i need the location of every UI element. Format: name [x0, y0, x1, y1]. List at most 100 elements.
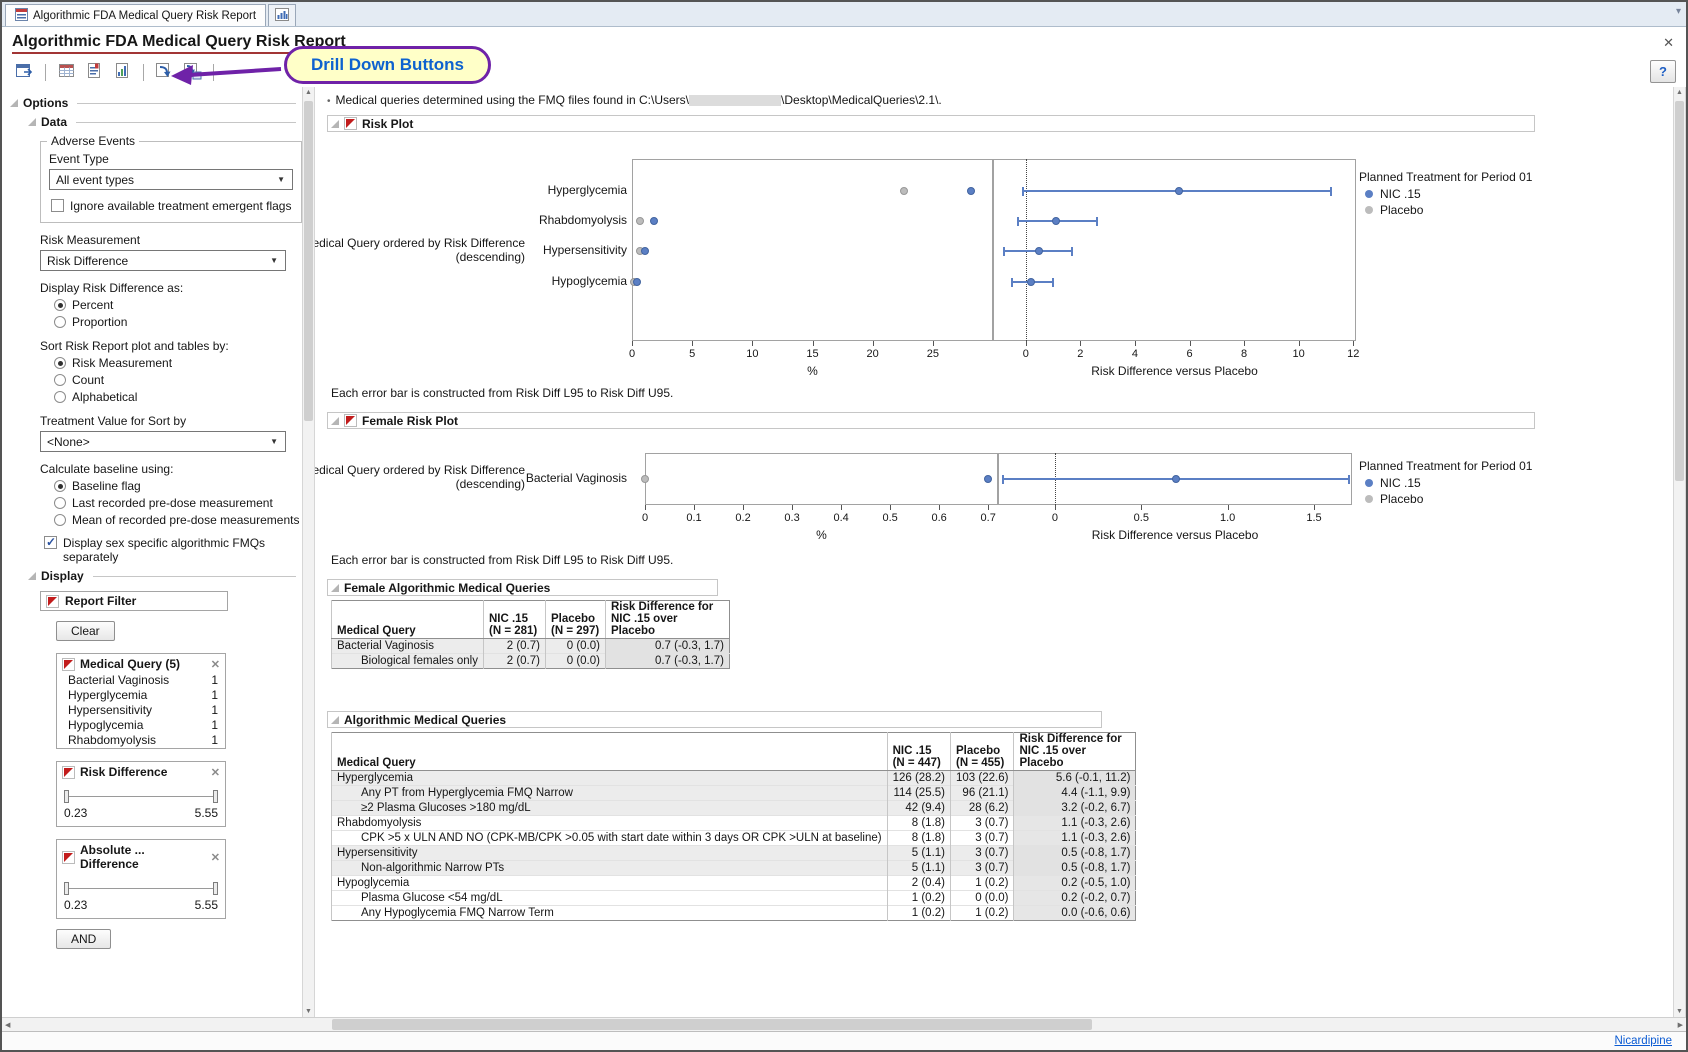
range-handle-min[interactable] [64, 882, 69, 895]
filter-item-hyperglycemia[interactable]: Hyperglycemia1 [57, 688, 225, 703]
radio-option-baseline-flag[interactable]: Baseline flag [54, 479, 302, 493]
radio-button[interactable] [54, 480, 66, 492]
risk-difference-range-slider[interactable] [64, 789, 218, 804]
report-scrollbar[interactable]: ▲ ▼ [1673, 87, 1686, 1017]
table-row[interactable]: Hypersensitivity5 (1.1)3 (0.7)0.5 (-0.8,… [332, 846, 1136, 861]
collapse-triangle-icon[interactable] [10, 99, 18, 107]
section-risk-plot[interactable]: Risk Plot [327, 115, 1535, 132]
scroll-down-icon[interactable]: ▼ [1674, 1008, 1685, 1015]
nic-point[interactable] [641, 247, 649, 255]
collapse-triangle-icon[interactable] [331, 417, 339, 425]
scroll-up-icon[interactable]: ▲ [1674, 89, 1685, 96]
table-row[interactable]: Any PT from Hyperglycemia FMQ Narrow114 … [332, 786, 1136, 801]
options-header[interactable]: Options [10, 96, 300, 110]
estimate-point[interactable] [1175, 187, 1183, 195]
close-icon[interactable]: ✕ [211, 658, 220, 671]
legend-item-placebo[interactable]: Placebo [1365, 492, 1532, 506]
estimate-point[interactable] [1027, 278, 1035, 286]
absolute-difference-filter-header[interactable]: Absolute ... Difference ✕ [57, 840, 225, 873]
table-row[interactable]: CPK >5 x ULN AND NO (CPK-MB/CPK >0.05 wi… [332, 831, 1136, 846]
table-row[interactable]: Rhabdomyolysis8 (1.8)3 (0.7)1.1 (-0.3, 2… [332, 816, 1136, 831]
horizontal-scrollbar[interactable]: ◀ ▶ [2, 1017, 1686, 1031]
sex-specific-checkbox[interactable] [44, 536, 57, 549]
table-row[interactable]: Bacterial Vaginosis2 (0.7)0 (0.0)0.7 (-0… [332, 639, 730, 654]
filter-item-hypoglycemia[interactable]: Hypoglycemia1 [57, 718, 225, 733]
and-button[interactable]: AND [56, 929, 111, 949]
legend-item-nic-15[interactable]: NIC .15 [1365, 187, 1532, 201]
sidebar-scrollbar[interactable]: ▲ ▼ [302, 87, 315, 1017]
red-triangle-menu-icon[interactable] [46, 595, 59, 608]
radio-option-percent[interactable]: Percent [54, 298, 302, 312]
new-window-button[interactable] [12, 61, 37, 84]
nic-point[interactable] [633, 278, 641, 286]
filter-item-hypersensitivity[interactable]: Hypersensitivity1 [57, 703, 225, 718]
placebo-point[interactable] [641, 475, 649, 483]
collapse-triangle-icon[interactable] [28, 118, 36, 126]
scroll-down-icon[interactable]: ▼ [303, 1008, 314, 1015]
radio-option-last-recorded-pre-dose-measurement[interactable]: Last recorded pre-dose measurement [54, 496, 302, 510]
data-section-header[interactable]: Data [28, 115, 300, 129]
risk-difference-filter-header[interactable]: Risk Difference ✕ [57, 762, 225, 781]
estimate-point[interactable] [1172, 475, 1180, 483]
report-filter-header[interactable]: Report Filter [40, 591, 228, 611]
close-icon[interactable]: ✕ [211, 851, 220, 864]
section-female-table[interactable]: Female Algorithmic Medical Queries [327, 579, 718, 596]
table-row[interactable]: Non-algorithmic Narrow PTs5 (1.1)3 (0.7)… [332, 861, 1136, 876]
clear-button[interactable]: Clear [56, 621, 115, 641]
legend-item-placebo[interactable]: Placebo [1365, 203, 1532, 217]
data-table-button[interactable] [54, 61, 79, 84]
radio-button[interactable] [54, 374, 66, 386]
scroll-right-icon[interactable]: ▶ [1678, 1021, 1683, 1029]
table-row[interactable]: ≥2 Plasma Glucoses >180 mg/dL42 (9.4)28 … [332, 801, 1136, 816]
sex-specific-row[interactable]: Display sex specific algorithmic FMQs se… [44, 536, 302, 564]
nic-point[interactable] [967, 187, 975, 195]
report-export-button[interactable] [110, 61, 135, 84]
collapse-triangle-icon[interactable] [331, 120, 339, 128]
radio-option-risk-measurement[interactable]: Risk Measurement [54, 356, 302, 370]
help-button[interactable]: ? [1650, 60, 1676, 83]
collapse-triangle-icon[interactable] [28, 572, 36, 580]
red-triangle-menu-icon[interactable] [62, 658, 75, 671]
range-handle-max[interactable] [213, 790, 218, 803]
tab-data-table[interactable] [268, 4, 296, 26]
red-triangle-menu-icon[interactable] [62, 851, 75, 864]
risk-measurement-dropdown[interactable]: Risk Difference ▼ [40, 250, 286, 271]
treatment-sort-dropdown[interactable]: <None> ▼ [40, 431, 286, 452]
scroll-up-icon[interactable]: ▲ [303, 89, 314, 96]
radio-button[interactable] [54, 316, 66, 328]
section-female-risk-plot[interactable]: Female Risk Plot [327, 412, 1535, 429]
placebo-point[interactable] [636, 217, 644, 225]
placebo-point[interactable] [900, 187, 908, 195]
table-row[interactable]: Hypoglycemia2 (0.4)1 (0.2)0.2 (-0.5, 1.0… [332, 876, 1136, 891]
display-section-header[interactable]: Display [28, 569, 300, 583]
collapse-triangle-icon[interactable] [331, 716, 339, 724]
scrollbar-thumb[interactable] [1675, 101, 1684, 481]
table-row[interactable]: Any Hypoglycemia FMQ Narrow Term1 (0.2)1… [332, 906, 1136, 921]
estimate-point[interactable] [1035, 247, 1043, 255]
scrollbar-thumb[interactable] [332, 1019, 1092, 1030]
table-row[interactable]: Plasma Glucose <54 mg/dL1 (0.2)0 (0.0)0.… [332, 891, 1136, 906]
radio-button[interactable] [54, 497, 66, 509]
radio-button[interactable] [54, 357, 66, 369]
nic-point[interactable] [984, 475, 992, 483]
table-row[interactable]: Biological females only2 (0.7)0 (0.0)0.7… [332, 654, 730, 669]
medical-query-filter-header[interactable]: Medical Query (5) ✕ [57, 654, 225, 673]
close-icon[interactable]: ✕ [211, 766, 220, 779]
journal-button[interactable] [82, 61, 107, 84]
red-triangle-menu-icon[interactable] [344, 414, 357, 427]
red-triangle-menu-icon[interactable] [344, 117, 357, 130]
ignore-flags-row[interactable]: Ignore available treatment emergent flag… [51, 199, 293, 213]
table-row[interactable]: Hyperglycemia126 (28.2)103 (22.6)5.6 (-0… [332, 771, 1136, 786]
filter-item-bacterial-vaginosis[interactable]: Bacterial Vaginosis1 [57, 673, 225, 688]
range-handle-min[interactable] [64, 790, 69, 803]
collapse-triangle-icon[interactable] [331, 584, 339, 592]
legend-item-nic-15[interactable]: NIC .15 [1365, 476, 1532, 490]
radio-option-alphabetical[interactable]: Alphabetical [54, 390, 302, 404]
radio-option-mean-of-recorded-pre-dose-measurements[interactable]: Mean of recorded pre-dose measurements [54, 513, 302, 527]
range-track[interactable] [64, 888, 218, 889]
absolute-difference-range-slider[interactable] [64, 881, 218, 896]
ignore-flags-checkbox[interactable] [51, 199, 64, 212]
filter-item-rhabdomyolysis[interactable]: Rhabdomyolysis1 [57, 733, 225, 748]
radio-button[interactable] [54, 299, 66, 311]
scroll-left-icon[interactable]: ◀ [5, 1021, 10, 1029]
